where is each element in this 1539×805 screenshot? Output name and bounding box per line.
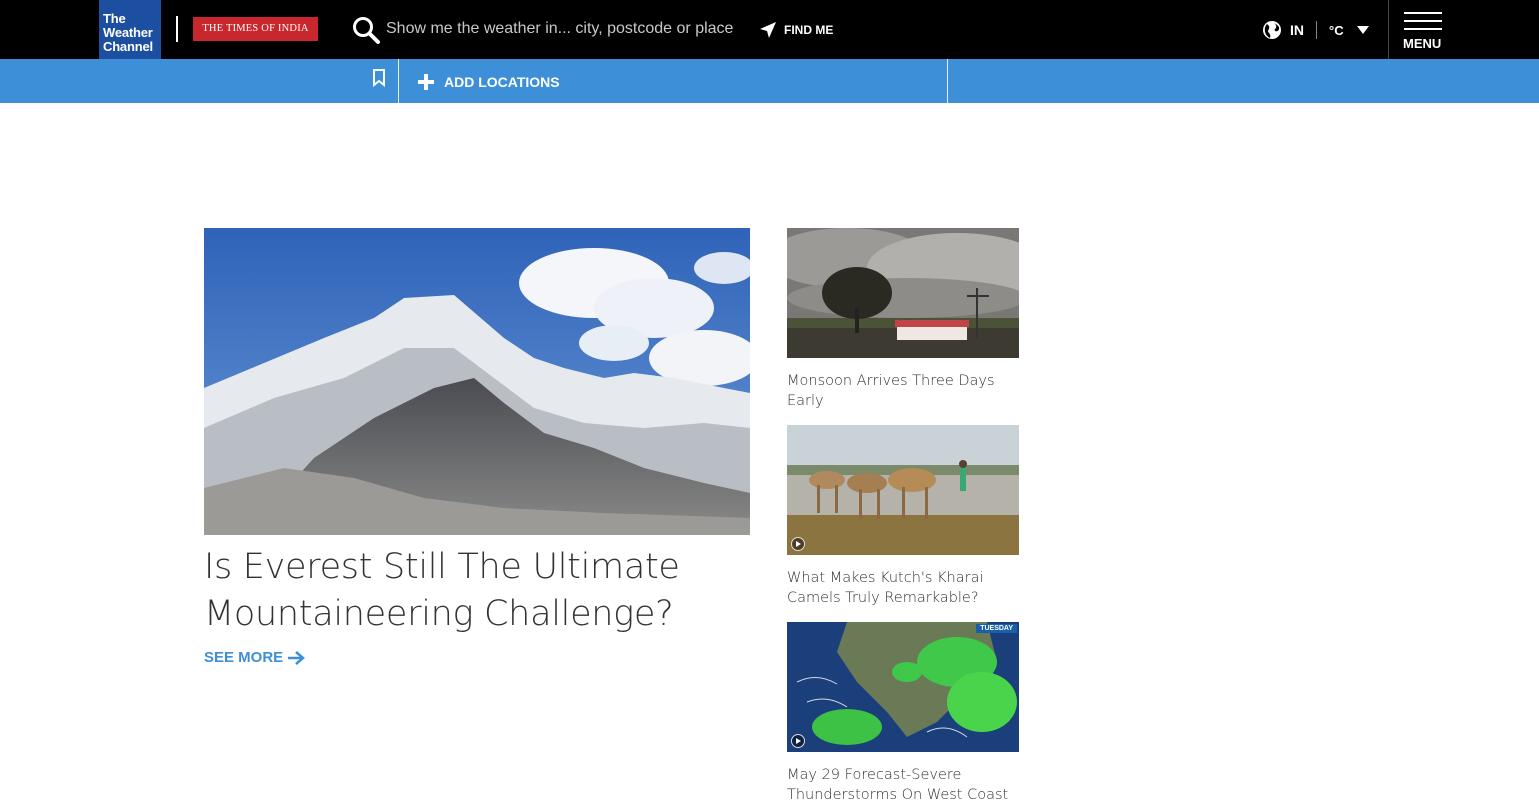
search-icon[interactable]	[351, 15, 381, 45]
temperature-unit-label: °C	[1329, 22, 1344, 38]
plus-icon	[418, 74, 434, 90]
add-locations-button[interactable]: ADD LOCATIONS	[418, 72, 560, 92]
region-label: IN	[1290, 22, 1304, 38]
story-title: What Makes Kutch's Kharai Camels Truly R…	[787, 570, 984, 606]
chevron-down-icon	[1356, 26, 1369, 34]
menu-button[interactable]: MENU	[1401, 10, 1447, 52]
story-image: TUESDAY	[787, 622, 1019, 752]
weather-channel-logo[interactable]: The Weather Channel	[99, 0, 161, 59]
story-card-kharai-camels[interactable]: What Makes Kutch's Kharai Camels Truly R…	[787, 425, 1019, 608]
play-icon	[791, 537, 805, 551]
region-unit-selector[interactable]: IN °C	[1262, 18, 1370, 42]
arrow-right-icon	[288, 650, 306, 665]
globe-icon	[1263, 21, 1281, 39]
hamburger-icon	[1404, 12, 1442, 36]
menu-label: MENU	[1403, 36, 1442, 51]
menu-divider	[1388, 0, 1389, 59]
location-search-input[interactable]	[386, 16, 736, 42]
bookmark-icon[interactable]	[372, 69, 386, 87]
story-image	[787, 425, 1019, 555]
find-me-button[interactable]: FIND ME	[758, 18, 833, 42]
hero-article-title[interactable]: Is Everest Still The Ultimate Mountainee…	[204, 544, 764, 638]
see-more-link[interactable]: SEE MORE	[204, 649, 306, 666]
story-card-forecast[interactable]: TUESDAY May 29 Forecast-Severe Thunderst…	[787, 622, 1019, 805]
logo-line-1: The	[103, 11, 126, 26]
saved-locations-bar: ADD LOCATIONS	[0, 59, 1539, 103]
region-separator	[1316, 21, 1317, 39]
story-title: May 29 Forecast-Severe Thunderstorms On …	[787, 767, 1009, 803]
story-image	[787, 228, 1019, 358]
logo-divider	[176, 16, 178, 42]
add-locations-label: ADD LOCATIONS	[444, 74, 560, 90]
locations-separator-right	[947, 59, 948, 103]
hero-article-image[interactable]	[204, 228, 750, 535]
story-title: Monsoon Arrives Three Days Early	[787, 373, 995, 409]
everest-mountain-image	[204, 228, 750, 535]
logo-line-2: Weather	[103, 25, 153, 40]
see-more-label: SEE MORE	[204, 649, 284, 666]
play-icon	[791, 734, 805, 748]
location-arrow-icon	[760, 22, 776, 38]
logo-line-3: Channel	[103, 39, 153, 54]
forecast-day-badge: TUESDAY	[976, 624, 1017, 633]
top-navigation-bar: The Weather Channel THE TIMES OF INDIA F…	[0, 0, 1539, 59]
story-card-monsoon[interactable]: Monsoon Arrives Three Days Early	[787, 228, 1019, 411]
times-of-india-logo[interactable]: THE TIMES OF INDIA	[193, 17, 318, 41]
locations-separator-left	[398, 59, 399, 103]
find-me-label: FIND ME	[784, 23, 834, 37]
